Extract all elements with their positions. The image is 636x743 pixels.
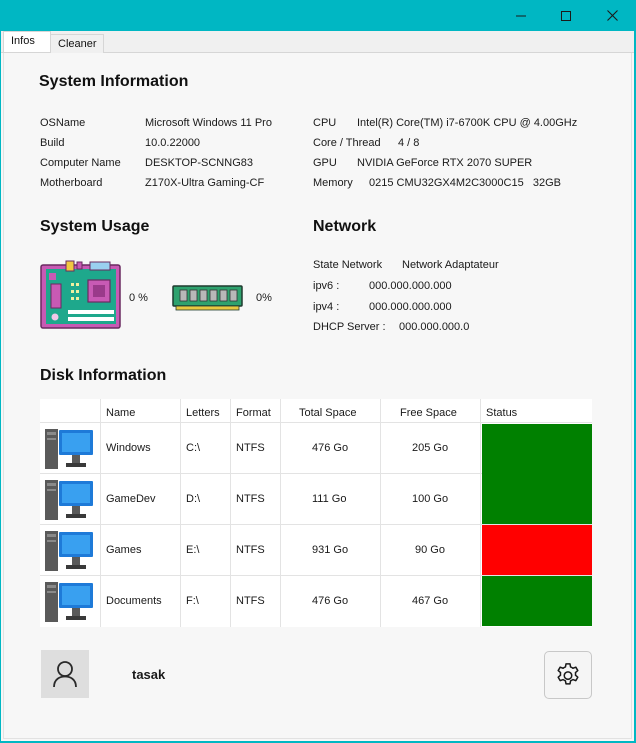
disk-free-space: 100 Go [412, 493, 449, 505]
disk-format: NTFS [236, 544, 265, 556]
computer-icon [45, 582, 93, 622]
table-row[interactable]: Games E:\ NTFS 931 Go 90 Go [40, 525, 592, 575]
table-row[interactable]: GameDev D:\ NTFS 111 Go 100 Go [40, 474, 592, 524]
ipv4-label: ipv4 : [313, 301, 340, 313]
title-bar[interactable] [0, 0, 636, 31]
column-header-name[interactable]: Name [106, 399, 135, 423]
disk-letter: D:\ [186, 493, 201, 505]
motherboard-label: Motherboard [40, 177, 103, 189]
settings-button[interactable] [544, 651, 592, 699]
core-thread-value: 4 / 8 [398, 137, 420, 149]
computer-name-label: Computer Name [40, 157, 121, 169]
disk-letter: E:\ [186, 544, 200, 556]
cpu-value: Intel(R) Core(TM) i7-6700K CPU @ 4.00GHz [357, 117, 578, 129]
avatar[interactable] [41, 650, 89, 698]
disk-format: NTFS [236, 493, 265, 505]
dhcp-label: DHCP Server : [313, 321, 386, 333]
motherboard-value: Z170X-Ultra Gaming-CF [145, 177, 265, 189]
column-header-status[interactable]: Status [486, 399, 517, 423]
disk-total-space: 931 Go [312, 544, 349, 556]
disk-format: NTFS [236, 442, 265, 454]
computer-icon [45, 480, 93, 520]
ram-icon [172, 285, 243, 311]
disk-status-indicator [482, 576, 592, 626]
cpu-usage-value: 0 % [129, 292, 148, 304]
core-thread-label: Core / Thread [313, 137, 381, 149]
computer-name-value: DESKTOP-SCNNG83 [145, 157, 253, 169]
disk-total-space: 476 Go [312, 442, 349, 454]
motherboard-icon [40, 260, 121, 329]
memory-label: Memory [313, 177, 353, 189]
disk-name: Windows [106, 442, 151, 454]
build-value: 10.0.22000 [145, 137, 201, 149]
network-title: Network [313, 218, 377, 235]
disk-status-indicator [482, 424, 592, 474]
disk-total-space: 476 Go [312, 595, 349, 607]
ipv6-label: ipv6 : [313, 280, 340, 292]
minimize-button[interactable] [498, 0, 544, 31]
close-icon [606, 10, 618, 21]
ram-usage-value: 0% [256, 292, 272, 304]
maximize-icon [561, 10, 571, 21]
cpu-label: CPU [313, 117, 337, 129]
disk-name: Documents [106, 595, 162, 607]
column-header-total-space[interactable]: Total Space [299, 399, 356, 423]
tab-strip: Infos Cleaner [1, 31, 634, 53]
build-label: Build [40, 137, 65, 149]
state-network-label: State Network [313, 259, 383, 271]
client-area: Infos Cleaner System Information OSName … [1, 31, 634, 741]
disk-free-space: 205 Go [412, 442, 449, 454]
disk-letter: F:\ [186, 595, 199, 607]
tab-cleaner[interactable]: Cleaner [51, 34, 104, 53]
user-icon [53, 661, 77, 688]
gear-icon [557, 663, 579, 685]
disk-format: NTFS [236, 595, 265, 607]
app-window: Infos Cleaner System Information OSName … [0, 0, 636, 743]
table-row[interactable]: Windows C:\ NTFS 476 Go 205 Go [40, 423, 592, 474]
disk-letter: C:\ [186, 442, 201, 454]
gpu-label: GPU [313, 157, 337, 169]
osname-value: Microsoft Windows 11 Pro [145, 117, 272, 129]
dhcp-value: 000.000.000.0 [399, 321, 470, 333]
minimize-icon [516, 15, 526, 16]
memory-value: 0215 CMU32GX4M2C3000C15 32GB [369, 177, 561, 189]
disk-table[interactable]: Name Letters Format Total Space Free Spa… [40, 399, 592, 627]
state-network-value: Network Adaptateur [402, 259, 499, 271]
system-information-title: System Information [39, 73, 189, 90]
column-header-free-space[interactable]: Free Space [400, 399, 457, 423]
gpu-value: NVIDIA GeForce RTX 2070 SUPER [357, 157, 533, 169]
computer-icon [45, 429, 93, 469]
disk-total-space: 111 Go [312, 493, 347, 505]
computer-icon [45, 531, 93, 571]
disk-free-space: 90 Go [415, 544, 445, 556]
disk-name: GameDev [106, 493, 156, 505]
disk-status-indicator [482, 474, 592, 524]
tab-infos[interactable]: Infos [3, 31, 51, 52]
table-row[interactable]: Documents F:\ NTFS 476 Go 467 Go [40, 576, 592, 627]
close-button[interactable] [589, 0, 635, 31]
ipv6-value: 000.000.000.000 [369, 280, 452, 292]
system-usage-title: System Usage [40, 218, 150, 235]
column-header-letters[interactable]: Letters [186, 399, 220, 423]
disk-name: Games [106, 544, 142, 556]
ipv4-value: 000.000.000.000 [369, 301, 452, 313]
disk-information-title: Disk Information [40, 367, 167, 384]
column-header-format[interactable]: Format [236, 399, 271, 423]
username: tasak [132, 667, 166, 682]
disk-status-indicator [482, 525, 592, 575]
maximize-button[interactable] [543, 0, 589, 31]
osname-label: OSName [40, 117, 86, 129]
disk-free-space: 467 Go [412, 595, 449, 607]
infos-panel: System Information OSName Microsoft Wind… [3, 53, 632, 739]
